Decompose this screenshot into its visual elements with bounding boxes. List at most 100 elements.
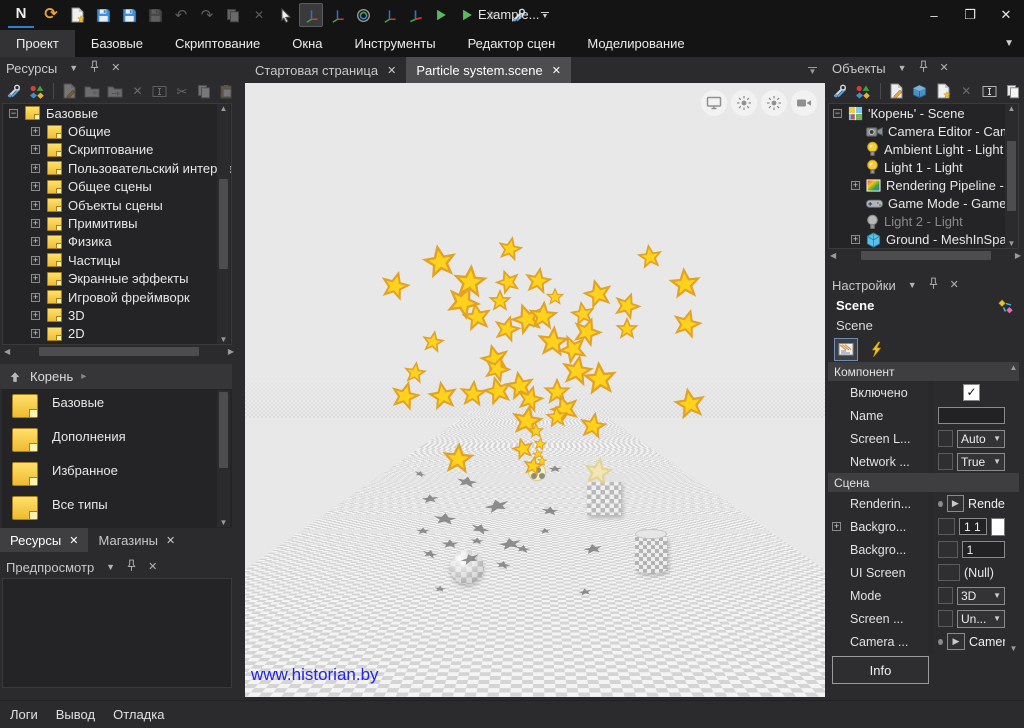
expand-icon[interactable]: + bbox=[31, 256, 40, 265]
particle-emitter-gizmo[interactable] bbox=[528, 463, 546, 481]
objects-tree-item[interactable]: −'Корень' - Scene bbox=[829, 104, 1018, 122]
close-button[interactable]: ✕ bbox=[988, 0, 1024, 30]
objects-tree-item[interactable]: Camera Editor - Camera bbox=[829, 122, 1018, 140]
objects-tree-item[interactable]: Ambient Light - Light bbox=[829, 140, 1018, 158]
viewport-sun-button-2[interactable] bbox=[731, 90, 757, 116]
resources-tree-item[interactable]: +Примитивы bbox=[3, 214, 231, 232]
statusbar-item-отладка[interactable]: Отладка bbox=[113, 707, 164, 722]
root-folder-item[interactable]: Все типы bbox=[2, 491, 232, 525]
pin-icon[interactable] bbox=[90, 60, 99, 76]
resources-tree-item[interactable]: +Скриптование bbox=[3, 141, 231, 159]
new-object-button[interactable] bbox=[911, 80, 929, 102]
panel-menu-icon[interactable]: ▼ bbox=[106, 563, 115, 572]
pin-icon[interactable] bbox=[919, 60, 928, 76]
objects-tree-item[interactable]: +Rendering Pipeline - Ren bbox=[829, 176, 1018, 194]
menu-item-6[interactable]: Редактор сцен bbox=[452, 30, 572, 57]
menu-item-5[interactable]: Инструменты bbox=[339, 30, 452, 57]
resources-tree-scrollbar[interactable]: ▲▼ bbox=[217, 104, 230, 344]
ref-expand-button[interactable]: ▶ bbox=[947, 495, 964, 512]
resources-tree-item[interactable]: +Частицы bbox=[3, 251, 231, 269]
panel-menu-icon[interactable]: ▼ bbox=[908, 281, 917, 290]
dropdown[interactable]: Un...▼ bbox=[957, 610, 1005, 628]
resources-tree-item[interactable]: −Базовые bbox=[3, 104, 231, 122]
panel-menu-icon[interactable]: ▼ bbox=[69, 64, 78, 73]
resources-tree-item[interactable]: +Общие bbox=[3, 122, 231, 140]
restore-button[interactable]: ❐ bbox=[952, 0, 988, 30]
scene-viewport[interactable]: www.historian.by bbox=[245, 83, 825, 697]
value-box[interactable] bbox=[938, 518, 955, 535]
play-2-button[interactable] bbox=[455, 3, 479, 27]
play-1-button[interactable] bbox=[429, 3, 453, 27]
root-folder-item[interactable]: Дополнения bbox=[2, 423, 232, 457]
rename-object-button[interactable] bbox=[980, 80, 998, 102]
document-tab[interactable]: Стартовая страница✕ bbox=[245, 57, 406, 83]
resources-categories-button[interactable] bbox=[28, 80, 46, 102]
menu-item-3[interactable]: Скриптование bbox=[159, 30, 276, 57]
menu-item-1[interactable]: Проект bbox=[0, 30, 75, 57]
refresh-button[interactable]: ⟳ bbox=[39, 3, 63, 27]
collapse-icon[interactable]: − bbox=[833, 109, 842, 118]
root-folder-item[interactable]: Избранное bbox=[2, 457, 232, 491]
value-box[interactable] bbox=[938, 610, 953, 627]
property-group-header[interactable]: Компонент bbox=[828, 362, 1019, 381]
expand-icon[interactable]: + bbox=[31, 311, 40, 320]
dropdown[interactable]: Auto▼ bbox=[957, 430, 1005, 448]
expand-icon[interactable]: + bbox=[31, 219, 40, 228]
close-icon[interactable]: ✕ bbox=[552, 64, 561, 77]
resources-tree-item[interactable]: +Объекты сцены bbox=[3, 196, 231, 214]
minimize-button[interactable]: – bbox=[916, 0, 952, 30]
objects-tree-item[interactable]: Light 1 - Light bbox=[829, 158, 1018, 176]
close-icon[interactable]: ✕ bbox=[69, 534, 78, 547]
value-box[interactable] bbox=[938, 453, 953, 470]
resources-tree-item[interactable]: +Игровой фреймворк bbox=[3, 288, 231, 306]
create-object-button[interactable] bbox=[934, 80, 952, 102]
expand-icon[interactable]: + bbox=[31, 182, 40, 191]
value-box[interactable] bbox=[938, 564, 960, 581]
close-icon[interactable]: ✕ bbox=[940, 63, 949, 74]
root-folder-item[interactable]: Базовые bbox=[2, 389, 232, 423]
save-button[interactable] bbox=[91, 3, 115, 27]
objects-transfer-button[interactable] bbox=[854, 80, 872, 102]
expand-icon[interactable]: + bbox=[832, 522, 841, 531]
move-tool-button[interactable] bbox=[299, 3, 323, 27]
rotate-tool-button[interactable] bbox=[325, 3, 349, 27]
property-group-header[interactable]: Сцена bbox=[828, 473, 1019, 492]
checkered-cylinder-object[interactable] bbox=[635, 533, 667, 573]
resources-tree-item[interactable]: +Пользовательский интерфейс bbox=[3, 159, 231, 177]
transform-tool-button[interactable] bbox=[403, 3, 427, 27]
resources-tree-item[interactable]: +Экранные эффекты bbox=[3, 270, 231, 288]
expand-icon[interactable]: + bbox=[851, 181, 860, 190]
expand-icon[interactable]: + bbox=[31, 164, 40, 173]
select-tool-button[interactable] bbox=[273, 3, 297, 27]
expand-icon[interactable]: + bbox=[31, 237, 40, 246]
tab-properties[interactable] bbox=[834, 338, 858, 361]
resources-tree-item[interactable]: +Физика bbox=[3, 233, 231, 251]
objects-tree-item[interactable]: +Ground - MeshInSpace bbox=[829, 231, 1018, 249]
resources-tree-hscrollbar[interactable]: ◀▶ bbox=[2, 345, 236, 358]
statusbar-item-логи[interactable]: Логи bbox=[10, 707, 38, 722]
ref-expand-button[interactable]: ▶ bbox=[947, 633, 965, 650]
duplicate-object-button[interactable] bbox=[1004, 80, 1022, 102]
checkered-cube-object[interactable] bbox=[587, 481, 621, 515]
resources-tree-item[interactable]: +2D bbox=[3, 325, 231, 343]
color-swatch[interactable] bbox=[991, 518, 1005, 536]
expand-icon[interactable]: + bbox=[31, 201, 40, 210]
objects-tree-item[interactable]: Game Mode - GameMod bbox=[829, 194, 1018, 212]
edit-object-button[interactable] bbox=[887, 80, 905, 102]
expand-icon[interactable]: + bbox=[31, 127, 40, 136]
root-breadcrumb[interactable]: Корень ▸ bbox=[0, 364, 232, 389]
save-as-button[interactable] bbox=[117, 3, 141, 27]
close-icon[interactable]: ✕ bbox=[166, 534, 175, 547]
viewport-display-button-1[interactable] bbox=[701, 90, 727, 116]
panel-menu-icon[interactable]: ▼ bbox=[898, 64, 907, 73]
checkbox[interactable]: ✓ bbox=[963, 384, 980, 401]
document-tab[interactable]: Particle system.scene✕ bbox=[406, 57, 571, 83]
scale-tool-button[interactable] bbox=[377, 3, 401, 27]
resources-tree-item[interactable]: +Общее сцены bbox=[3, 178, 231, 196]
left-tab-магазины[interactable]: Магазины✕ bbox=[88, 528, 185, 552]
pin-icon[interactable] bbox=[127, 559, 136, 575]
objects-tree-scrollbar[interactable]: ▲▼ bbox=[1005, 104, 1018, 248]
value-box[interactable] bbox=[938, 587, 953, 604]
menu-item-7[interactable]: Моделирование bbox=[571, 30, 700, 57]
color-value[interactable]: 1 1 bbox=[959, 518, 987, 535]
